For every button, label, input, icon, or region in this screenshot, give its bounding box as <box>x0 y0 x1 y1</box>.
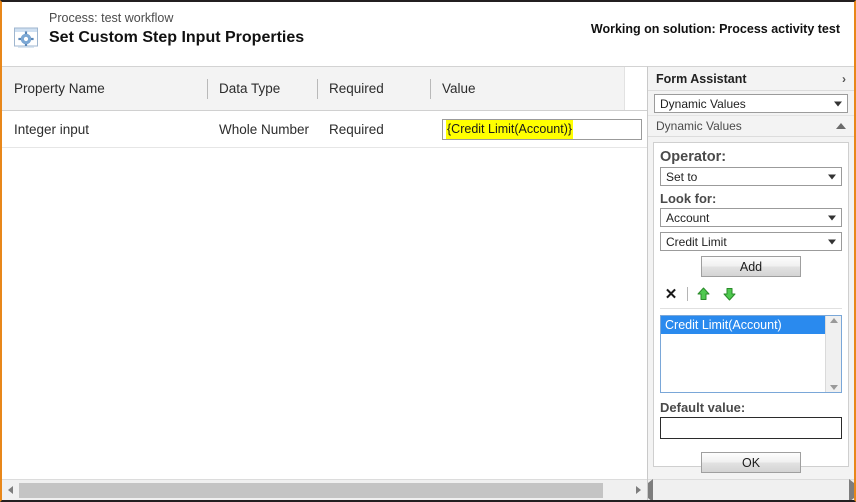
scroll-right-arrow-icon[interactable] <box>849 483 854 498</box>
look-for-entity-value: Account <box>666 211 709 225</box>
column-header-data-type[interactable]: Data Type <box>207 67 317 111</box>
listbox-vertical-scrollbar[interactable] <box>825 316 841 392</box>
default-value-input[interactable] <box>660 417 842 439</box>
grid-header-row: Property Name Data Type Required Value <box>2 67 647 111</box>
dynamic-values-section-header[interactable]: Dynamic Values <box>648 115 854 137</box>
solution-context-label: Working on solution: Process activity te… <box>591 22 840 36</box>
form-assistant-title: Form Assistant <box>656 72 842 86</box>
operator-value: Set to <box>666 170 697 184</box>
column-header-required[interactable]: Required <box>317 67 430 111</box>
dialog-window: Process: test workflow Set Custom Step I… <box>0 0 856 502</box>
chevron-up-icon[interactable] <box>836 123 846 129</box>
column-header-value[interactable]: Value <box>430 67 625 111</box>
scroll-up-arrow-icon[interactable] <box>830 318 838 323</box>
look-for-label: Look for: <box>660 191 842 206</box>
chevron-down-icon <box>834 101 842 106</box>
assistant-type-value: Dynamic Values <box>660 97 746 111</box>
value-input[interactable]: {Credit Limit(Account)} <box>442 119 642 140</box>
column-header-property-name[interactable]: Property Name <box>2 67 207 111</box>
add-button[interactable]: Add <box>701 256 801 277</box>
ok-button[interactable]: OK <box>701 452 801 473</box>
dynamic-values-panel: Operator: Set to Look for: Account Credi… <box>653 142 849 467</box>
table-row[interactable]: Integer input Whole Number Required {Cre… <box>2 111 647 148</box>
header-identity: Process: test workflow Set Custom Step I… <box>12 12 304 52</box>
sidebar-horizontal-scrollbar[interactable] <box>648 479 854 500</box>
cell-property-name: Integer input <box>2 122 207 137</box>
chevron-down-icon <box>828 174 836 179</box>
default-value-label: Default value: <box>660 400 842 415</box>
chevron-right-icon[interactable]: › <box>842 73 848 85</box>
list-item[interactable]: Credit Limit(Account) <box>661 316 825 334</box>
look-for-entity-select[interactable]: Account <box>660 208 842 227</box>
cell-data-type: Whole Number <box>207 122 317 137</box>
workflow-step-gear-icon <box>12 24 40 52</box>
green-up-arrow-icon[interactable] <box>697 287 710 301</box>
chevron-down-icon <box>828 239 836 244</box>
look-for-attribute-value: Credit Limit <box>666 235 727 249</box>
dialog-header: Process: test workflow Set Custom Step I… <box>2 2 854 66</box>
form-assistant-panel: Form Assistant › Dynamic Values Dynamic … <box>647 66 854 500</box>
dynamic-values-toolbar: ✕ <box>660 282 842 309</box>
look-for-attribute-select[interactable]: Credit Limit <box>660 232 842 251</box>
x-delete-icon[interactable]: ✕ <box>660 287 682 302</box>
header-text-block: Process: test workflow Set Custom Step I… <box>49 12 304 46</box>
green-down-arrow-icon[interactable] <box>723 287 736 301</box>
dynamic-values-listbox[interactable]: Credit Limit(Account) <box>660 315 842 393</box>
assistant-type-select[interactable]: Dynamic Values <box>654 94 848 113</box>
cell-value: {Credit Limit(Account)} <box>430 119 645 140</box>
cell-required: Required <box>317 122 430 137</box>
scroll-left-arrow-icon[interactable] <box>2 480 19 500</box>
main-horizontal-scrollbar[interactable] <box>2 479 647 500</box>
chevron-down-icon <box>828 215 836 220</box>
properties-grid-area: Property Name Data Type Required Value I… <box>2 66 647 500</box>
operator-select[interactable]: Set to <box>660 167 842 186</box>
assistant-type-wrap: Dynamic Values <box>648 91 854 115</box>
default-value-group: Default value: <box>660 400 842 439</box>
page-title: Set Custom Step Input Properties <box>49 29 304 47</box>
value-token-text: {Credit Limit(Account)} <box>446 120 573 139</box>
scroll-down-arrow-icon[interactable] <box>830 385 838 390</box>
scroll-right-arrow-icon[interactable] <box>630 480 647 500</box>
main-scroll-thumb[interactable] <box>19 483 603 498</box>
grid-header-gutter <box>624 67 647 110</box>
dynamic-values-section-label: Dynamic Values <box>656 119 836 133</box>
process-name-label: Process: test workflow <box>49 12 304 26</box>
scroll-left-arrow-icon[interactable] <box>648 483 653 498</box>
operator-label: Operator: <box>660 149 842 165</box>
toolbar-divider <box>687 287 688 301</box>
form-assistant-header: Form Assistant › <box>648 67 854 91</box>
grid-empty-body <box>2 149 647 478</box>
